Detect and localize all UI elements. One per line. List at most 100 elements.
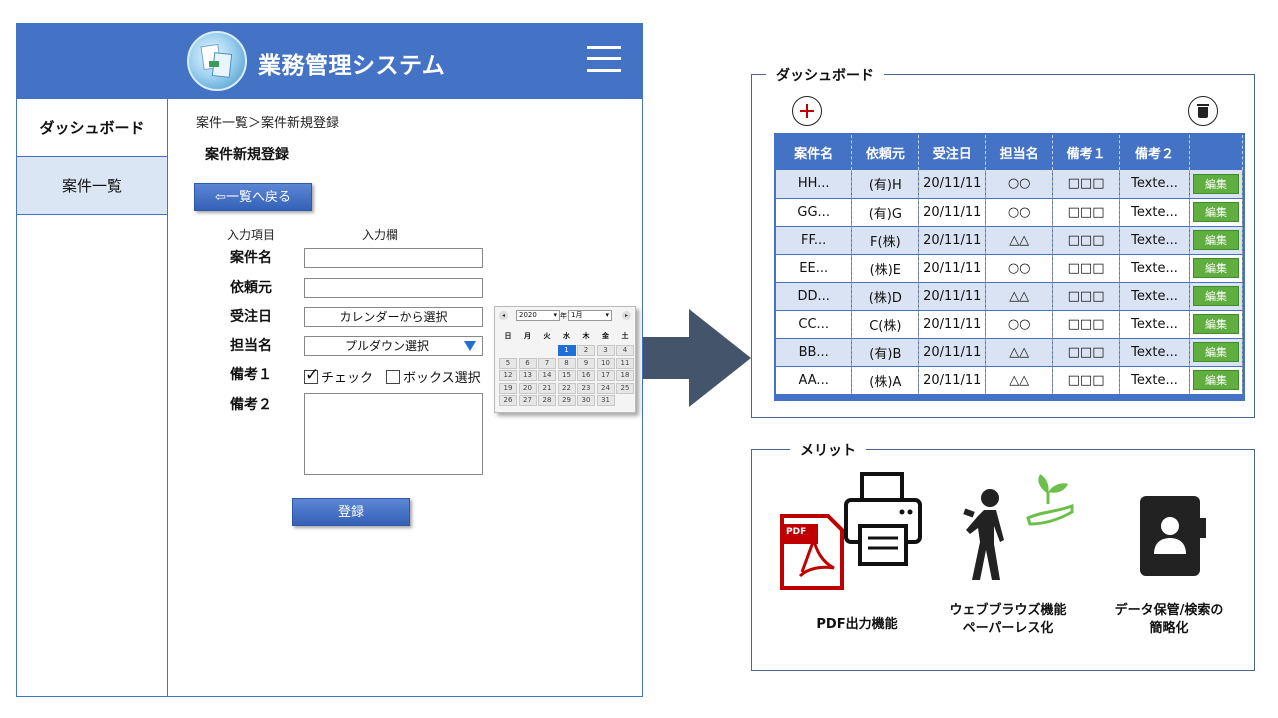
label-note1: 備考１	[230, 367, 272, 383]
table-cell: C(株)	[851, 310, 920, 339]
checkbox-checked-label: チェック	[321, 371, 374, 386]
label-assignee: 担当名	[230, 338, 272, 354]
calendar-day[interactable]: 27	[518, 395, 537, 406]
edit-button[interactable]: 編集	[1192, 342, 1239, 362]
calendar-day[interactable]: 26	[499, 395, 517, 406]
calendar-day[interactable]: 14	[538, 370, 556, 381]
table-cell-action: 編集	[1189, 310, 1244, 339]
table-row: FF... F(株) 20/11/11 △△ □□□ Texte... 編集	[776, 226, 1244, 255]
calendar-month-select[interactable]: 1月 ▾	[568, 310, 612, 321]
table-cell: □□□	[1052, 170, 1121, 199]
calendar-day[interactable]: 7	[538, 357, 556, 369]
calendar-day[interactable]: 4	[616, 345, 634, 356]
calendar-day[interactable]: 11	[616, 357, 634, 369]
label-order-date: 受注日	[230, 309, 272, 325]
assignee-select-value: プルダウン選択	[345, 339, 430, 353]
order-date-input[interactable]: カレンダーから選択	[304, 307, 483, 327]
table-cell-action: 編集	[1189, 338, 1244, 367]
calendar-year-value: 2020	[519, 311, 537, 319]
hamburger-menu-icon[interactable]	[587, 44, 621, 74]
assignee-select[interactable]: プルダウン選択	[304, 336, 483, 356]
calendar-day[interactable]: 10	[596, 357, 615, 369]
calendar-day[interactable]: 24	[596, 382, 615, 394]
back-to-list-button[interactable]: ⇦一覧へ戻る	[194, 183, 312, 211]
table-cell: ○○	[985, 310, 1054, 339]
calendar-day[interactable]: 30	[577, 395, 595, 406]
table-header-cell: 備考１	[1052, 135, 1121, 170]
table-header-cell: 受注日	[918, 135, 987, 170]
checkbox-checked[interactable]: ✓ チェック	[304, 365, 374, 386]
edit-button[interactable]: 編集	[1192, 202, 1239, 222]
edit-button[interactable]: 編集	[1192, 173, 1239, 194]
calendar-day[interactable]: 20	[518, 382, 537, 394]
calendar-day[interactable]: 18	[616, 370, 634, 381]
edit-button[interactable]: 編集	[1192, 258, 1239, 278]
dropdown-arrow-icon	[464, 341, 476, 351]
calendar-day[interactable]: 31	[596, 395, 615, 406]
table-cell: (有)H	[851, 170, 920, 199]
table-cell-action: 編集	[1189, 366, 1244, 395]
merit-panel: メリット PDF PDF出力機能 ウェブブラウズ機能 ペーパーレス化 データ保管…	[751, 440, 1255, 671]
calendar-day[interactable]: 12	[499, 370, 517, 381]
table-header-cell	[1189, 135, 1244, 170]
note2-textarea[interactable]	[304, 393, 483, 475]
edit-button[interactable]: 編集	[1192, 286, 1239, 306]
calendar-day[interactable]: 28	[538, 395, 556, 406]
table-header-cell: 担当名	[985, 135, 1054, 170]
calendar-day[interactable]: 23	[577, 382, 595, 394]
table-cell: 20/11/11	[918, 226, 987, 255]
edit-button[interactable]: 編集	[1192, 230, 1239, 250]
calendar-day[interactable]: 17	[596, 370, 615, 381]
calendar-prev-icon[interactable]: ◂	[499, 311, 508, 320]
sidebar-item-case-list[interactable]: 案件一覧	[17, 157, 167, 215]
calendar-day[interactable]: 15	[557, 370, 576, 381]
checkbox-unchecked-box[interactable]	[386, 370, 400, 384]
client-input[interactable]	[304, 278, 483, 298]
checkbox-unchecked-label: ボックス選択	[403, 371, 481, 386]
calendar-day[interactable]: 6	[518, 357, 537, 369]
checkbox-checked-box[interactable]: ✓	[304, 365, 319, 385]
calendar-day[interactable]: 5	[499, 357, 517, 369]
checkbox-unchecked[interactable]: ボックス選択	[386, 367, 481, 386]
calendar-day-selected[interactable]: 1	[557, 345, 576, 356]
table-cell: FF...	[776, 226, 853, 255]
table-cell: (株)D	[851, 282, 920, 311]
calendar-day[interactable]: 8	[557, 357, 576, 369]
calendar-day[interactable]: 13	[518, 370, 537, 381]
calendar-year-select[interactable]: 2020 ▾	[516, 310, 560, 321]
sidebar-item-dashboard[interactable]: ダッシュボード	[17, 99, 167, 157]
label-note2: 備考２	[230, 397, 272, 413]
merit-label-paperless: ウェブブラウズ機能 ペーパーレス化	[928, 602, 1088, 638]
calendar-day[interactable]: 2	[577, 345, 595, 356]
submit-button[interactable]: 登録	[292, 498, 410, 526]
case-name-input[interactable]	[304, 248, 483, 268]
add-icon[interactable]	[792, 96, 822, 126]
calendar-day[interactable]: 19	[499, 382, 517, 394]
calendar-day[interactable]: 3	[596, 345, 615, 356]
table-cell: 20/11/11	[918, 282, 987, 311]
table-cell: Texte...	[1119, 310, 1190, 339]
table-cell-action: 編集	[1189, 254, 1244, 283]
table-cell: ○○	[985, 254, 1054, 283]
merit-label-paperless-line2: ペーパーレス化	[962, 621, 1054, 636]
trash-icon[interactable]	[1188, 96, 1218, 126]
dashboard-panel: ダッシュボード 案件名 依頼元 受注日 担当名 備考１ 備考２ HH... (有)H 20/1…	[751, 65, 1255, 418]
calendar-day[interactable]: 16	[577, 370, 595, 381]
edit-button[interactable]: 編集	[1192, 314, 1239, 334]
calendar-day[interactable]: 25	[616, 382, 634, 394]
breadcrumb: 案件一覧＞案件新規登録	[196, 116, 340, 131]
calendar-header: ◂ 2020 ▾ 年 1月 ▾ ▸	[498, 310, 634, 322]
calendar-day[interactable]: 22	[557, 382, 576, 394]
calendar-day[interactable]: 21	[538, 382, 556, 394]
table-cell: □□□	[1052, 310, 1121, 339]
calendar-day[interactable]: 29	[557, 395, 576, 406]
calendar-next-icon[interactable]: ▸	[622, 311, 631, 320]
calendar-weekday: 水	[563, 332, 570, 340]
table-cell: GG...	[776, 198, 853, 227]
calendar-weekday: 日	[504, 332, 512, 340]
merit-label-data-line1: データ保管/検索の	[1114, 603, 1224, 618]
calendar-day[interactable]: 9	[577, 357, 595, 369]
table-cell: 20/11/11	[918, 366, 987, 395]
table-cell: (株)A	[851, 366, 920, 395]
edit-button[interactable]: 編集	[1192, 370, 1239, 390]
